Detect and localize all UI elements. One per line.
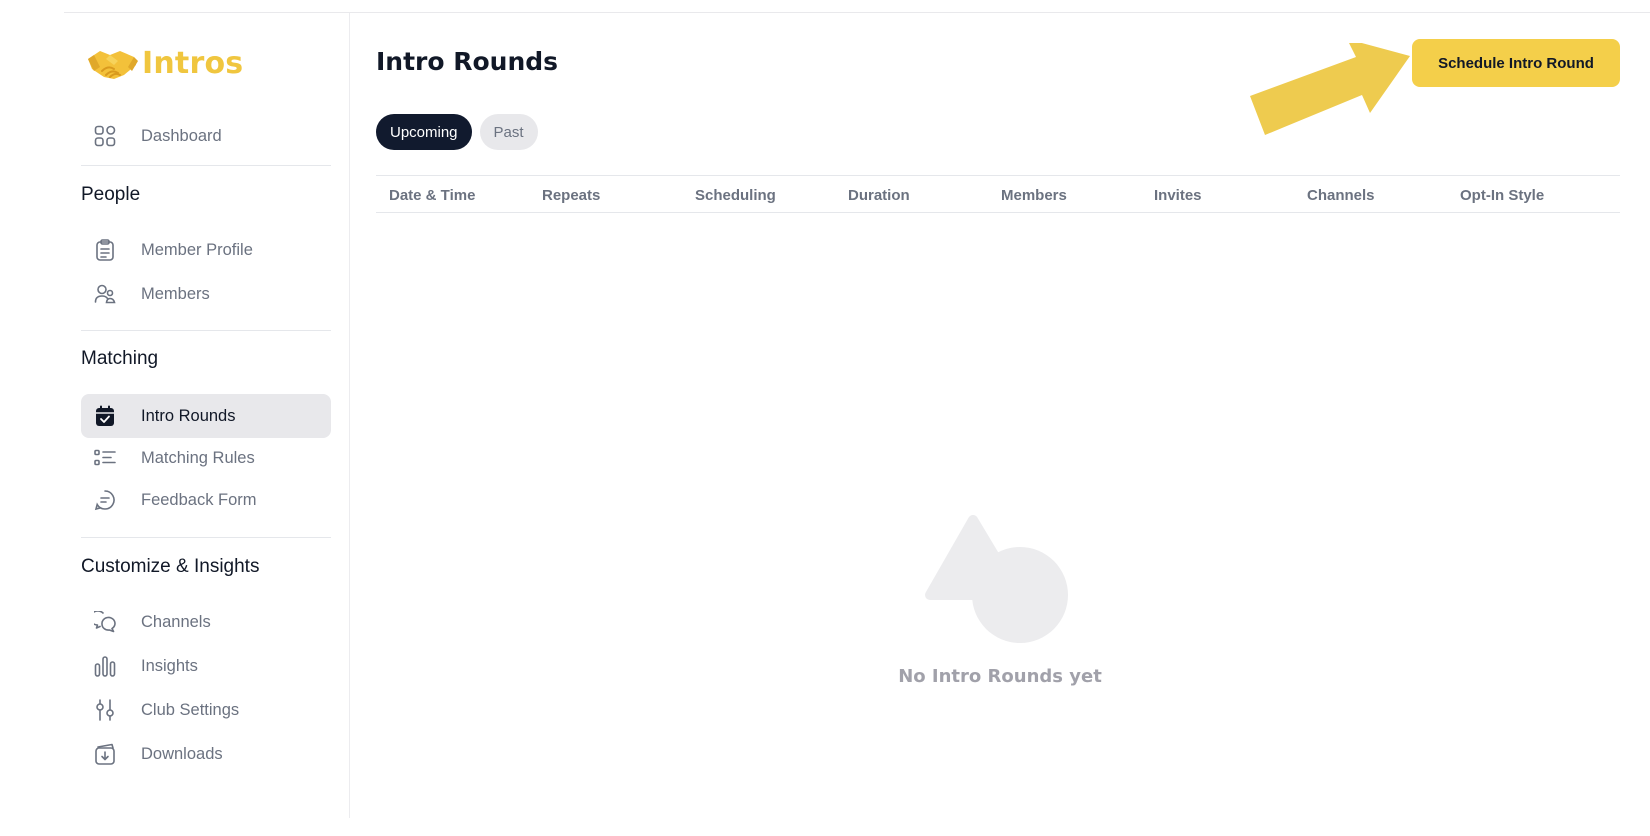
sidebar-divider [81, 165, 331, 166]
column-header[interactable]: Repeats [542, 176, 600, 214]
sidebar-item-label: Dashboard [141, 126, 222, 145]
section-title-people: People [81, 184, 141, 205]
table-header: Date & Time Repeats Scheduling Duration … [376, 175, 1620, 213]
sidebar-item-label: Club Settings [141, 700, 240, 719]
users-icon [93, 282, 117, 306]
main-content: Intro Rounds Upcoming Past Schedule Intr… [350, 13, 1650, 818]
round-tabs: Upcoming Past [376, 114, 538, 150]
shapes-icon [925, 515, 1068, 643]
tab-upcoming[interactable]: Upcoming [376, 114, 472, 150]
column-header[interactable]: Members [1001, 176, 1067, 214]
sidebar-item-label: Channels [141, 612, 211, 631]
download-box-icon [93, 742, 117, 766]
sidebar-item-members[interactable]: Members [81, 272, 331, 316]
sidebar-item-label: Members [141, 284, 210, 303]
sliders-icon [93, 698, 117, 722]
app-name: Intros [142, 45, 244, 81]
sidebar-item-channels[interactable]: Channels [81, 600, 331, 644]
calendar-check-icon [93, 404, 117, 428]
column-header[interactable]: Duration [848, 176, 910, 214]
handshake-icon [88, 51, 138, 79]
sidebar-item-member-profile[interactable]: Member Profile [81, 228, 331, 272]
app-logo[interactable]: Intros [84, 41, 243, 85]
page-title: Intro Rounds [376, 47, 559, 76]
sidebar-item-label: Intro Rounds [141, 406, 236, 425]
empty-state-text: No Intro Rounds yet [898, 666, 1102, 687]
column-header[interactable]: Scheduling [695, 176, 776, 214]
sidebar-item-dashboard[interactable]: Dashboard [81, 114, 331, 158]
sidebar-item-matching-rules[interactable]: Matching Rules [81, 436, 331, 480]
bar-chart-icon [93, 654, 117, 678]
sidebar-item-club-settings[interactable]: Club Settings [81, 688, 331, 732]
sidebar-item-label: Insights [141, 656, 198, 675]
column-header[interactable]: Date & Time [389, 176, 475, 214]
sidebar-item-feedback-form[interactable]: Feedback Form [81, 478, 331, 522]
section-title-matching: Matching [81, 348, 159, 369]
chat-bubbles-icon [93, 610, 117, 634]
sidebar-divider [81, 330, 331, 331]
sidebar-item-label: Feedback Form [141, 490, 257, 509]
sidebar-item-label: Downloads [141, 744, 223, 763]
sidebar-item-downloads[interactable]: Downloads [81, 732, 331, 776]
sidebar-item-label: Matching Rules [141, 448, 255, 467]
sidebar: Intros Dashboard People Member Profile M… [64, 13, 350, 818]
schedule-intro-round-button[interactable]: Schedule Intro Round [1412, 39, 1620, 87]
sidebar-item-intro-rounds[interactable]: Intro Rounds [81, 394, 331, 438]
grid-icon [93, 124, 117, 148]
list-icon [93, 446, 117, 470]
sidebar-item-insights[interactable]: Insights [81, 644, 331, 688]
clipboard-icon [93, 238, 117, 262]
arrow-annotation-icon [1250, 43, 1410, 135]
section-title-customize-insights: Customize & Insights [81, 556, 260, 577]
tab-past[interactable]: Past [479, 114, 538, 150]
sidebar-divider [81, 537, 331, 538]
sidebar-item-label: Member Profile [141, 240, 253, 259]
column-header[interactable]: Opt-In Style [1460, 176, 1544, 214]
column-header[interactable]: Invites [1154, 176, 1202, 214]
message-icon [93, 488, 117, 512]
column-header[interactable]: Channels [1307, 176, 1375, 214]
